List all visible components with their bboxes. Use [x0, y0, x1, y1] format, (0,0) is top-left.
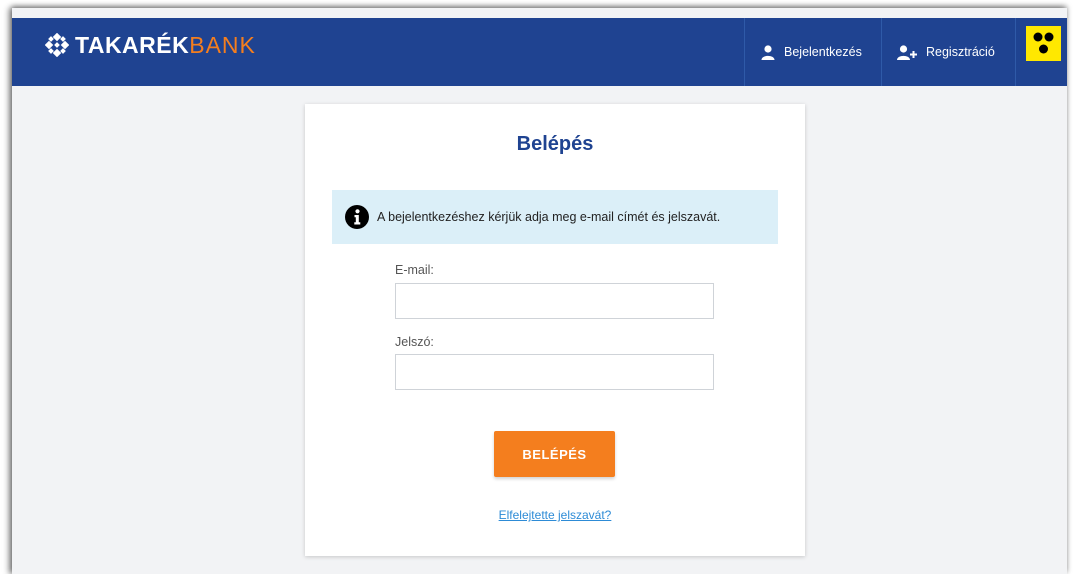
logo-text-takarek: TAKARÉK [75, 32, 190, 58]
nav-register-link[interactable]: Regisztráció [897, 18, 995, 86]
accessibility-button[interactable] [1026, 26, 1061, 61]
info-message-text: A bejelentkezéshez kérjük adja meg e-mai… [377, 210, 721, 224]
low-vision-icon [1033, 32, 1054, 54]
info-message-box: A bejelentkezéshez kérjük adja meg e-mai… [332, 190, 778, 244]
email-label: E-mail: [395, 263, 434, 277]
nav-register-label: Regisztráció [926, 45, 995, 59]
password-input[interactable] [395, 354, 714, 390]
page-title: Belépés [516, 133, 594, 155]
logo-diamond-icon [45, 33, 69, 57]
logo-text-bank: BANK [189, 32, 256, 58]
info-icon [345, 205, 369, 229]
email-input[interactable] [395, 283, 714, 319]
user-icon [761, 44, 775, 60]
login-card: Belépés A bejelentkezéshez kérjük adja m… [305, 104, 805, 556]
nav-login-label: Bejelentkezés [784, 45, 862, 59]
login-submit-button[interactable]: BELÉPÉS [494, 431, 615, 477]
password-label: Jelszó: [395, 335, 434, 349]
nav-divider [744, 18, 745, 86]
nav-divider [881, 18, 882, 86]
nav-login-link[interactable]: Bejelentkezés [761, 18, 862, 86]
forgot-password-link[interactable]: Elfelejtette jelszavát? [305, 508, 805, 522]
takarekbank-logo[interactable]: TAKARÉK BANK [45, 33, 256, 57]
add-user-icon [897, 44, 917, 60]
nav-divider [1015, 18, 1016, 86]
browser-frame: TAKARÉK BANK Bejelentkezés Regisztráció … [12, 8, 1067, 574]
